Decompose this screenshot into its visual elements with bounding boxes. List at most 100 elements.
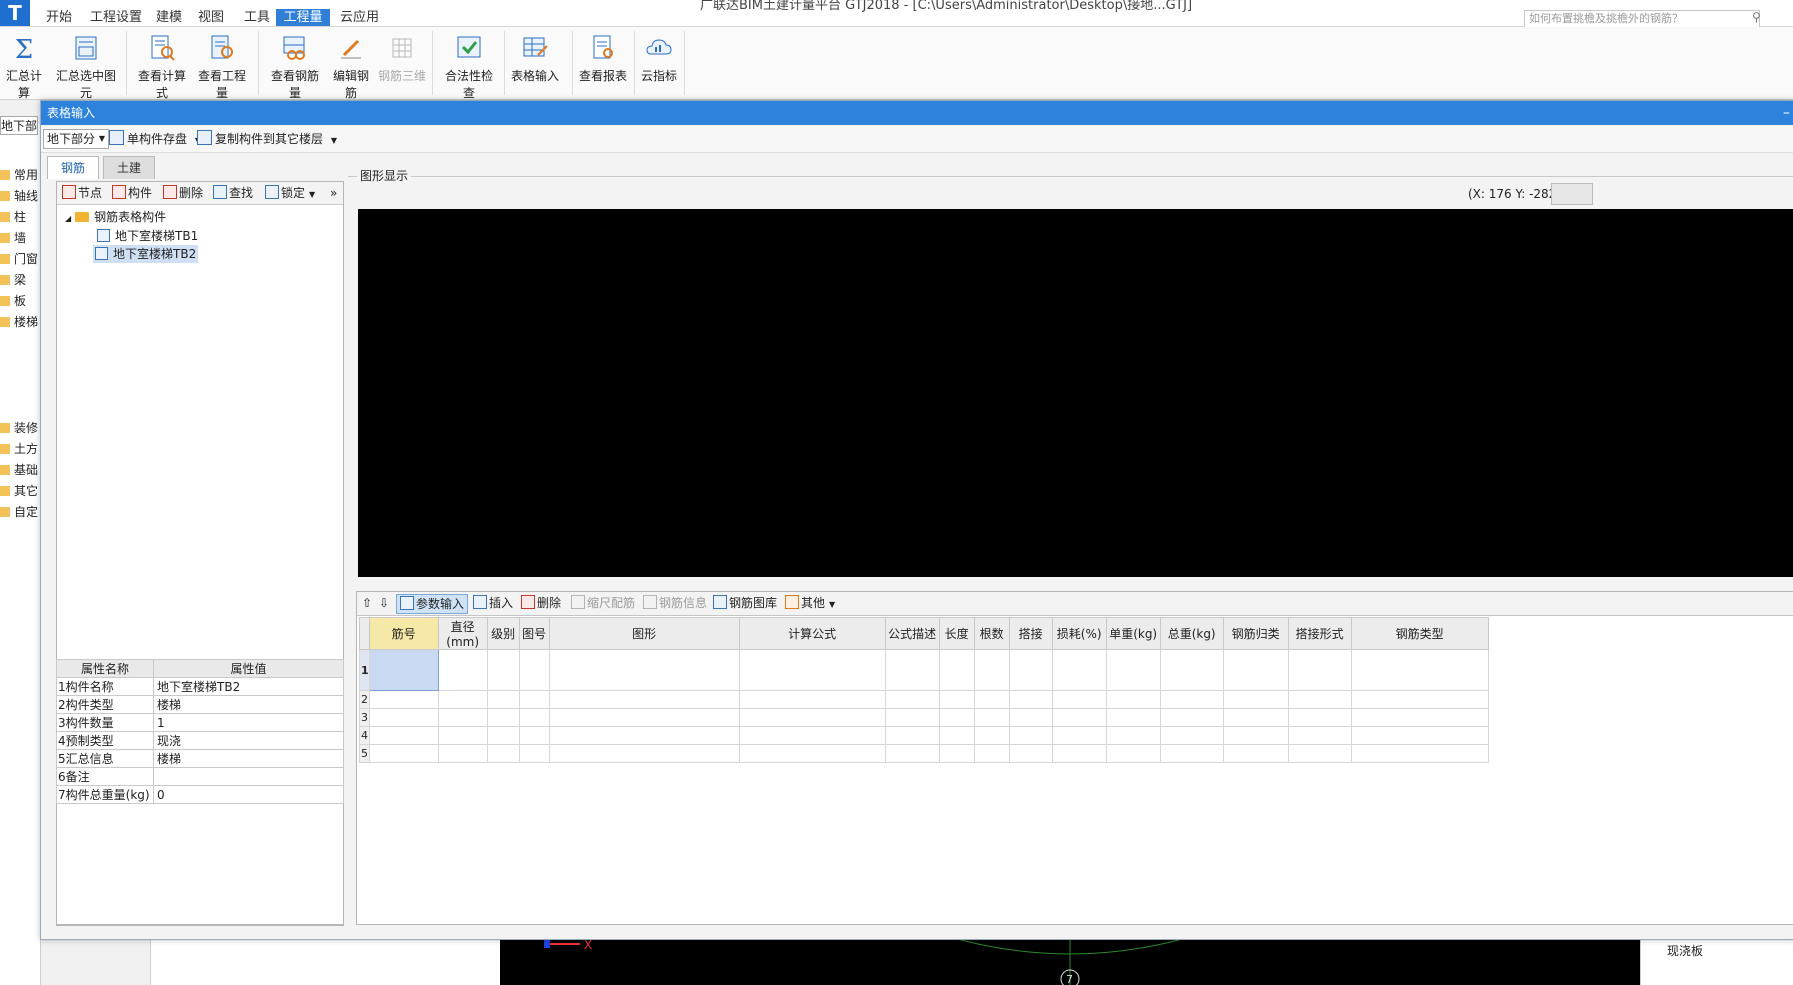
rebar-column-header[interactable]: 搭接: [1008, 617, 1053, 650]
rebar-row-number[interactable]: 3: [359, 708, 370, 727]
rebar-cell[interactable]: [1008, 726, 1053, 745]
move-up-icon[interactable]: ⇧: [362, 594, 372, 612]
rebar-cell[interactable]: [518, 649, 550, 691]
rebar-cell[interactable]: [518, 708, 550, 727]
rebar-cell[interactable]: [1350, 649, 1489, 691]
rebar-cell[interactable]: [548, 726, 740, 745]
property-value-cell[interactable]: 楼梯: [153, 695, 344, 714]
rebar-cell[interactable]: [1105, 649, 1161, 691]
sidebar-item-beam[interactable]: 梁: [0, 271, 26, 288]
rebar-cell[interactable]: [938, 690, 975, 709]
summary-calc-button[interactable]: Σ 汇总计算: [2, 31, 46, 100]
rebar-column-header[interactable]: 损耗(%): [1051, 617, 1107, 650]
cast-in-place-slab-item[interactable]: 现浇板: [1667, 942, 1703, 959]
rebar-cell[interactable]: [486, 744, 520, 763]
property-row[interactable]: 3构件数量 1: [56, 713, 344, 732]
rebar-cell[interactable]: [1287, 744, 1352, 763]
rebar-cell[interactable]: [486, 649, 520, 691]
rebar-cell[interactable]: [437, 690, 488, 709]
sidebar-item-axis[interactable]: 轴线: [0, 187, 38, 204]
rebar-cell[interactable]: [973, 690, 1010, 709]
sidebar-item-slab[interactable]: 板: [0, 292, 26, 309]
property-row[interactable]: 2构件类型 楼梯: [56, 695, 344, 714]
rebar-cell[interactable]: [1159, 690, 1224, 709]
rebar-column-header[interactable]: 钢筋类型: [1350, 617, 1489, 650]
rebar-cell[interactable]: [486, 726, 520, 745]
rebar-cell[interactable]: [437, 708, 488, 727]
view-report-button[interactable]: 查看报表: [578, 31, 628, 93]
rebar-row[interactable]: 3: [359, 708, 1489, 727]
rebar-cell[interactable]: [1008, 690, 1053, 709]
rebar-cell[interactable]: [1105, 708, 1161, 727]
find-button[interactable]: 查找: [213, 184, 253, 202]
rebar-cell[interactable]: [548, 708, 740, 727]
rebar-row[interactable]: 2: [359, 690, 1489, 709]
rebar-cell[interactable]: [548, 649, 740, 691]
menu-view[interactable]: 视图: [192, 9, 230, 26]
delete-row-button[interactable]: 删除: [521, 594, 561, 612]
rebar-column-header[interactable]: 图形: [548, 617, 740, 650]
rebar-cell[interactable]: [548, 690, 740, 709]
rebar-cell[interactable]: [1350, 744, 1489, 763]
rebar-cell[interactable]: [1105, 744, 1161, 763]
rebar-row[interactable]: 4: [359, 726, 1489, 745]
rebar-cell[interactable]: [1287, 690, 1352, 709]
rebar-column-header[interactable]: 直径(mm): [437, 617, 488, 650]
rebar-cell[interactable]: [518, 726, 550, 745]
rebar-cell[interactable]: [548, 744, 740, 763]
property-value-cell[interactable]: 楼梯: [153, 749, 344, 768]
other-button[interactable]: 其他 ▼: [785, 594, 835, 612]
rebar-cell[interactable]: [1287, 726, 1352, 745]
rebar-cell[interactable]: [938, 649, 975, 691]
tree-item-tb1[interactable]: 地下室楼梯TB1: [95, 227, 200, 245]
menu-modeling[interactable]: 建模: [150, 9, 188, 26]
parameter-input-button[interactable]: 参数输入: [396, 594, 469, 614]
rebar-column-header[interactable]: 级别: [486, 617, 520, 650]
rebar-cell[interactable]: [1222, 649, 1289, 691]
menu-project-settings[interactable]: 工程设置: [84, 9, 148, 26]
rebar-cell[interactable]: [938, 744, 975, 763]
rebar-cell[interactable]: [518, 744, 550, 763]
sidebar-item-door-window[interactable]: 门窗: [0, 250, 38, 267]
rebar-cell[interactable]: [1051, 649, 1107, 691]
app-logo[interactable]: T: [0, 0, 30, 26]
rebar-column-header[interactable]: 根数: [973, 617, 1010, 650]
rebar-row-number[interactable]: 1: [359, 649, 370, 691]
rebar-cell[interactable]: [738, 708, 886, 727]
rebar-cell[interactable]: [368, 744, 439, 763]
rebar-cell[interactable]: [368, 649, 439, 691]
add-component-button[interactable]: 构件: [112, 184, 152, 202]
cloud-index-button[interactable]: 云指标: [638, 31, 680, 93]
rebar-cell[interactable]: [1008, 649, 1053, 691]
property-row[interactable]: 1构件名称 地下室楼梯TB2: [56, 677, 344, 696]
rebar-cell[interactable]: [1051, 708, 1107, 727]
rebar-cell[interactable]: [973, 708, 1010, 727]
rebar-column-header[interactable]: 单重(kg): [1105, 617, 1161, 650]
search-icon[interactable]: ⚲: [1752, 10, 1768, 26]
property-row[interactable]: 5汇总信息 楼梯: [56, 749, 344, 768]
property-row[interactable]: 7构件总重量(kg) 0: [56, 785, 344, 804]
overflow-icon[interactable]: »: [330, 184, 337, 202]
property-value-cell[interactable]: 1: [153, 713, 344, 732]
rebar-cell[interactable]: [884, 690, 940, 709]
rebar-cell[interactable]: [1287, 708, 1352, 727]
property-row[interactable]: 4预制类型 现浇: [56, 731, 344, 750]
background-drawing-canvas[interactable]: X 7: [500, 934, 1640, 985]
edit-rebar-button[interactable]: 编辑钢筋: [328, 31, 374, 100]
graphic-canvas[interactable]: [358, 209, 1793, 577]
rebar-cell[interactable]: [368, 690, 439, 709]
rebar-cell[interactable]: [1350, 690, 1489, 709]
sidebar-item-other[interactable]: 其它: [0, 482, 38, 499]
menu-cloud[interactable]: 云应用: [334, 9, 385, 26]
rebar-cell[interactable]: [486, 690, 520, 709]
rebar-cell[interactable]: [1008, 708, 1053, 727]
menu-start[interactable]: 开始: [40, 9, 78, 26]
property-value-cell[interactable]: 现浇: [153, 731, 344, 750]
view-rebar-button[interactable]: 查看钢筋量: [266, 31, 324, 100]
rebar-column-header[interactable]: 长度: [938, 617, 975, 650]
rebar-row-number[interactable]: 2: [359, 690, 370, 709]
rebar-cell[interactable]: [1222, 708, 1289, 727]
rebar-cell[interactable]: [518, 690, 550, 709]
rebar-cell[interactable]: [437, 744, 488, 763]
rebar-column-header[interactable]: 钢筋归类: [1222, 617, 1289, 650]
